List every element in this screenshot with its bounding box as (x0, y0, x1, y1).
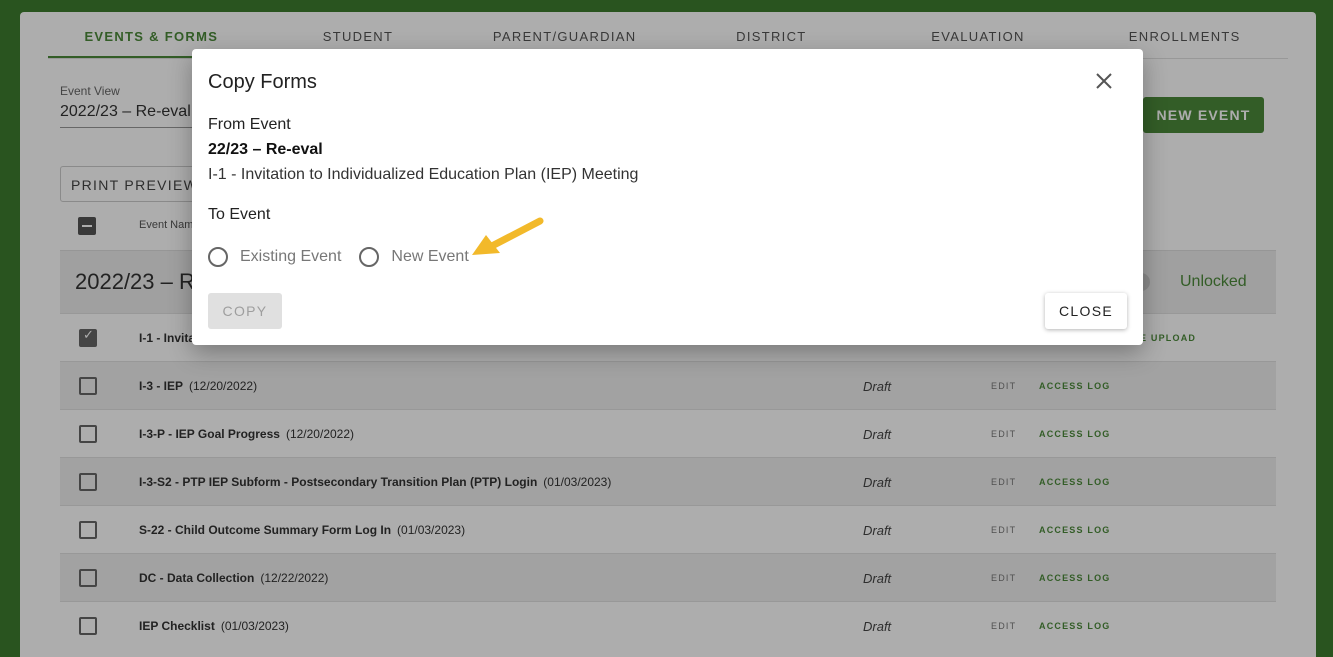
to-event-label: To Event (208, 206, 271, 223)
existing-event-radio[interactable]: Existing Event (208, 247, 341, 267)
radio-unchecked-icon[interactable] (208, 247, 228, 267)
from-event-name: 22/23 – Re-eval (208, 141, 323, 158)
pointer-arrow-icon (470, 217, 546, 266)
from-form-name: I-1 - Invitation to Individualized Educa… (208, 166, 639, 183)
new-event-label: New Event (391, 248, 469, 265)
from-event-label: From Event (208, 116, 291, 133)
to-event-radio-group: Existing Event New Event (208, 247, 487, 267)
radio-unchecked-icon[interactable] (359, 247, 380, 267)
existing-event-label: Existing Event (240, 248, 342, 265)
copy-button[interactable]: COPY (208, 293, 282, 329)
close-button[interactable]: CLOSE (1045, 293, 1127, 329)
close-icon[interactable] (1092, 69, 1116, 93)
copy-forms-dialog: Copy Forms From Event 22/23 – Re-eval I-… (192, 49, 1143, 345)
dialog-title: Copy Forms (208, 71, 317, 93)
new-event-radio[interactable]: New Event (359, 247, 469, 267)
